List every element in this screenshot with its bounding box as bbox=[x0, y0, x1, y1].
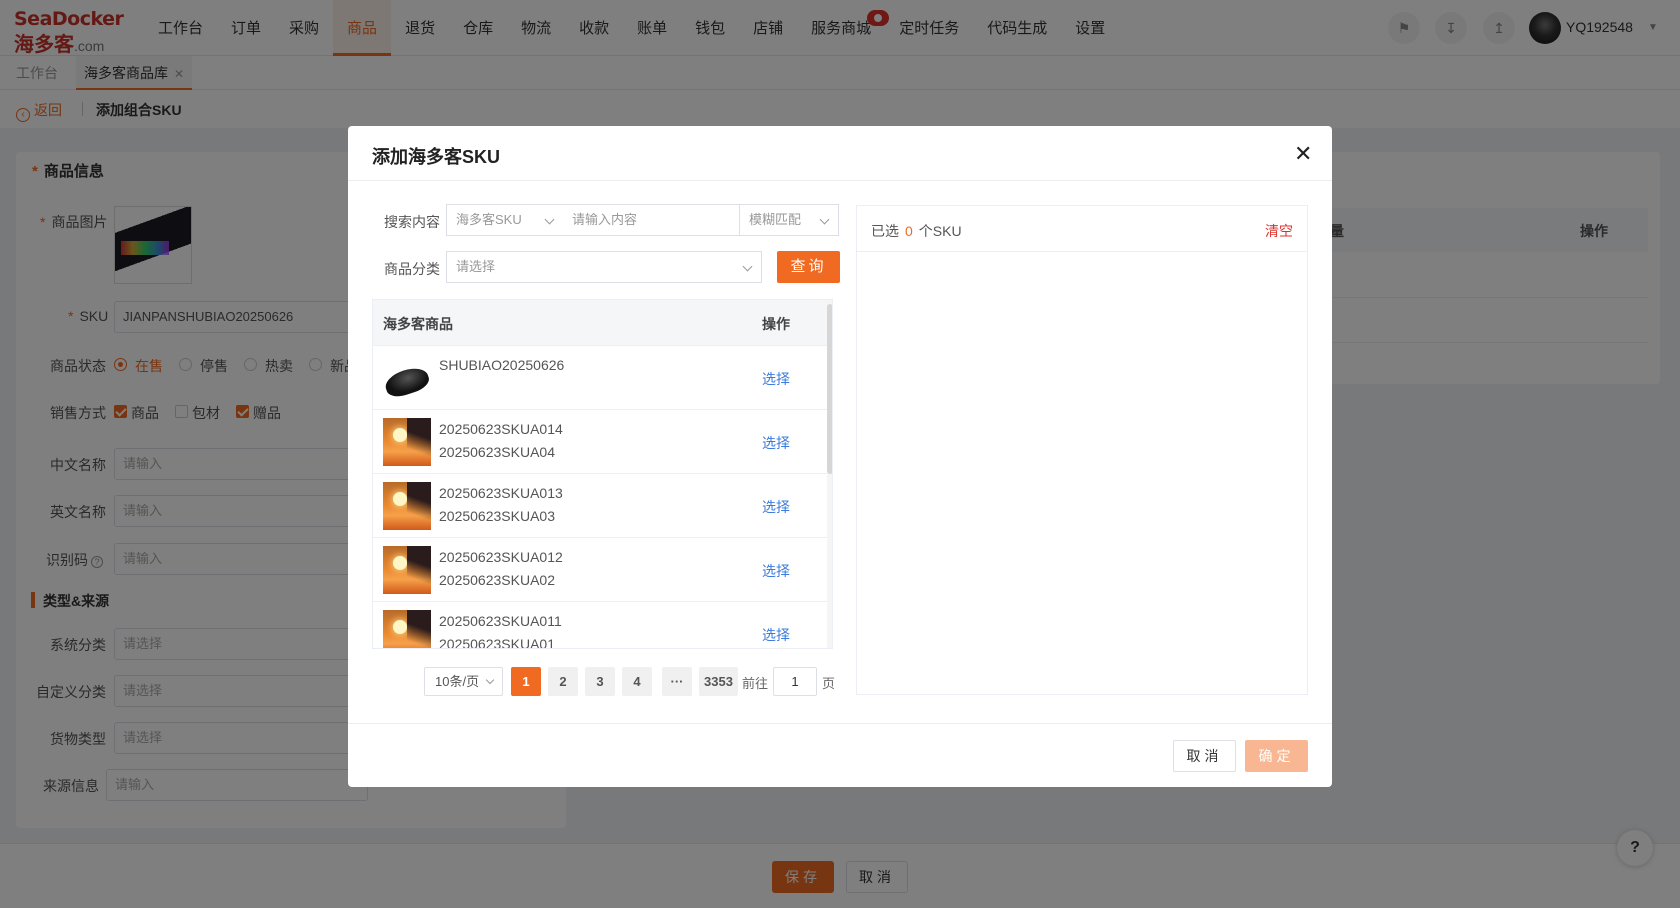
table-row: 20250623SKUA013 20250623SKUA03 选择 bbox=[373, 474, 832, 538]
product-thumbnail bbox=[383, 610, 431, 648]
query-button[interactable]: 查询 bbox=[777, 251, 840, 283]
table-header: 海多客商品 操作 bbox=[373, 300, 832, 346]
chevron-down-icon bbox=[819, 214, 830, 225]
category-label: 商品分类 bbox=[384, 261, 440, 277]
table-row: SHUBIAO20250626 选择 bbox=[373, 346, 832, 410]
page-last[interactable]: 3353 bbox=[699, 667, 738, 696]
select-link[interactable]: 选择 bbox=[762, 561, 790, 581]
product-table: 海多客商品 操作 SHUBIAO20250626 选择 20250623SKUA… bbox=[372, 299, 833, 649]
table-row: 20250623SKUA014 20250623SKUA04 选择 bbox=[373, 410, 832, 474]
product-sku: SHUBIAO20250626 bbox=[439, 357, 565, 373]
divider bbox=[348, 180, 1332, 181]
select-link[interactable]: 选择 bbox=[762, 625, 790, 645]
scrollbar-thumb[interactable] bbox=[827, 304, 832, 474]
page-3[interactable]: 3 bbox=[585, 667, 615, 696]
product-thumbnail bbox=[383, 482, 431, 530]
page-1[interactable]: 1 bbox=[511, 667, 541, 696]
search-input[interactable]: 请输入内容 bbox=[563, 204, 740, 236]
goto-page-input[interactable]: 1 bbox=[773, 667, 817, 696]
dialog-title: 添加海多客SKU bbox=[372, 147, 501, 167]
search-field-value: 海多客SKU bbox=[456, 212, 522, 227]
add-sku-dialog: 添加海多客SKU ✕ 搜索内容 海多客SKU 请输入内容 模糊匹配 商品分类 请… bbox=[348, 126, 1332, 787]
select-link[interactable]: 选择 bbox=[762, 369, 790, 389]
table-row: 20250623SKUA012 20250623SKUA02 选择 bbox=[373, 538, 832, 602]
category-select[interactable]: 请选择 bbox=[446, 251, 762, 283]
match-mode-select[interactable]: 模糊匹配 bbox=[739, 204, 839, 236]
search-field-select[interactable]: 海多客SKU bbox=[446, 204, 564, 236]
product-thumbnail bbox=[383, 418, 431, 466]
selected-number: 0 bbox=[905, 223, 913, 239]
selected-panel: 已选 0 个SKU 清空 bbox=[856, 205, 1308, 695]
category-placeholder: 请选择 bbox=[456, 259, 496, 274]
page-size-value: 10条/页 bbox=[435, 674, 480, 689]
col-product: 海多客商品 bbox=[383, 316, 453, 332]
selected-header: 已选 0 个SKU 清空 bbox=[857, 206, 1307, 252]
product-sku-sub: 20250623SKUA02 bbox=[439, 572, 555, 588]
chevron-down-icon bbox=[544, 214, 555, 225]
goto-suffix: 页 bbox=[822, 676, 836, 691]
table-scrollbar[interactable] bbox=[827, 300, 832, 648]
page-2[interactable]: 2 bbox=[548, 667, 578, 696]
product-sku-sub: 20250623SKUA03 bbox=[439, 508, 555, 524]
page-ellipsis[interactable]: ··· bbox=[662, 667, 692, 696]
chevron-down-icon bbox=[742, 261, 753, 272]
match-mode-value: 模糊匹配 bbox=[749, 212, 802, 227]
chevron-down-icon bbox=[485, 675, 495, 685]
table-row: 20250623SKUA011 20250623SKUA01 选择 bbox=[373, 602, 832, 649]
product-sku: 20250623SKUA013 bbox=[439, 485, 563, 501]
page-size-select[interactable]: 10条/页 bbox=[424, 667, 503, 696]
divider bbox=[348, 723, 1332, 724]
product-sku-sub: 20250623SKUA01 bbox=[439, 636, 555, 649]
goto-label: 前往 bbox=[742, 676, 769, 691]
product-sku-sub: 20250623SKUA04 bbox=[439, 444, 555, 460]
product-sku: 20250623SKUA014 bbox=[439, 421, 563, 437]
product-thumbnail bbox=[383, 354, 431, 402]
close-icon[interactable]: ✕ bbox=[1294, 143, 1312, 165]
dialog-confirm-button[interactable]: 确定 bbox=[1245, 740, 1308, 772]
search-label: 搜索内容 bbox=[384, 214, 440, 230]
clear-button[interactable]: 清空 bbox=[1265, 221, 1293, 241]
product-thumbnail bbox=[383, 546, 431, 594]
col-action: 操作 bbox=[762, 316, 790, 332]
select-link[interactable]: 选择 bbox=[762, 497, 790, 517]
page-4[interactable]: 4 bbox=[622, 667, 652, 696]
select-link[interactable]: 选择 bbox=[762, 433, 790, 453]
product-sku: 20250623SKUA011 bbox=[439, 613, 562, 629]
product-sku: 20250623SKUA012 bbox=[439, 549, 563, 565]
dialog-cancel-button[interactable]: 取消 bbox=[1173, 740, 1236, 772]
selected-count: 已选 0 个SKU bbox=[871, 223, 962, 239]
